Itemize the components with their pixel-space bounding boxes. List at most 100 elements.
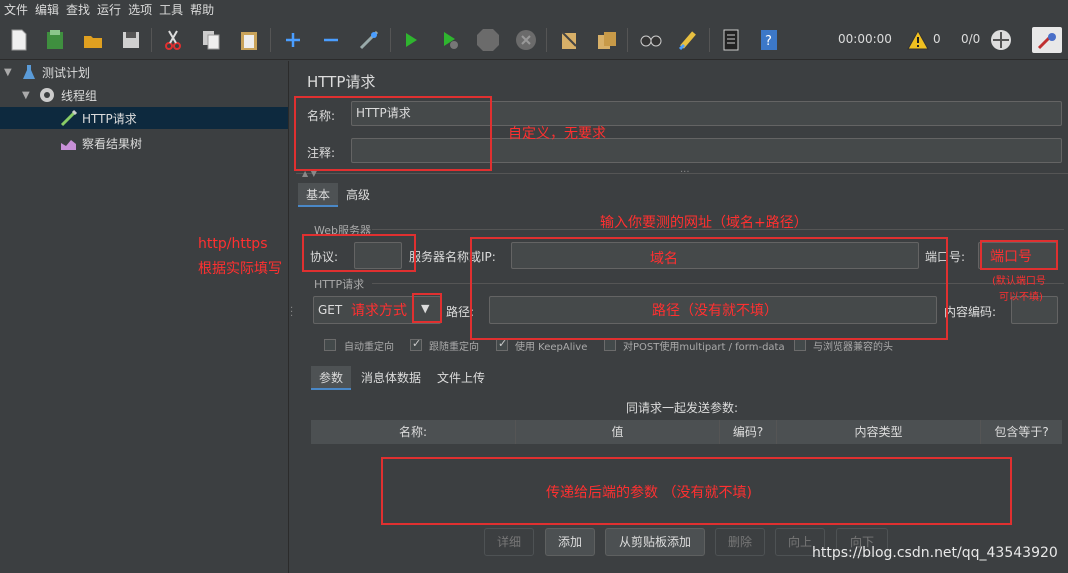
flask-icon — [23, 65, 35, 79]
keepalive-label: 使用 KeepAlive — [515, 342, 588, 353]
open-icon[interactable] — [80, 27, 106, 53]
name-label: 名称: — [307, 109, 336, 123]
start-no-pause-icon[interactable] — [437, 27, 463, 53]
save-icon[interactable] — [118, 27, 144, 53]
menu-help[interactable]: 帮助 — [186, 1, 217, 19]
annotation-params-note: 传递给后端的参数 （没有就不填) — [546, 485, 752, 501]
tree-node-http-request[interactable]: HTTP请求 — [0, 107, 288, 129]
templates-icon[interactable] — [42, 27, 68, 53]
collapse-icon[interactable] — [318, 27, 344, 53]
remote-status-icon — [988, 27, 1014, 53]
column-name[interactable]: 名称: — [311, 420, 516, 444]
comment-label: 注释: — [307, 146, 336, 160]
auto-redirect-checkbox[interactable] — [324, 339, 336, 351]
elapsed-time: 00:00:00 — [838, 32, 892, 46]
divider — [372, 283, 1064, 284]
svg-text:?: ? — [765, 34, 772, 49]
tree-node-results-tree[interactable]: 察看结果树 — [0, 132, 288, 154]
menu-options[interactable]: 选项 — [124, 1, 155, 19]
protocol-field[interactable] — [354, 242, 402, 269]
menu-edit[interactable]: 编辑 — [31, 1, 62, 19]
encoding-label: 内容编码: — [944, 305, 997, 319]
annotation-port-default-1: (默认端口号 — [992, 276, 1046, 287]
multipart-label: 对POST使用multipart / form-data — [623, 342, 785, 353]
add-button[interactable]: 添加 — [545, 528, 595, 556]
browser-headers-checkbox[interactable] — [794, 339, 806, 351]
function-helper-icon[interactable] — [718, 27, 744, 53]
subtab-body-data[interactable]: 消息体数据 — [353, 366, 429, 390]
page-title: HTTP请求 — [307, 73, 376, 91]
add-from-clipboard-button[interactable]: 从剪贴板添加 — [605, 528, 705, 556]
browser-headers-label: 与浏览器兼容的头 — [813, 342, 893, 353]
subtab-parameters[interactable]: 参数 — [311, 366, 352, 390]
cut-icon[interactable] — [160, 27, 186, 53]
tree-toggle-icon[interactable]: ▼ — [22, 90, 36, 101]
watermark: https://blog.csdn.net/qq_43543920 — [812, 545, 1058, 561]
tab-advanced[interactable]: 高级 — [338, 183, 378, 207]
search-icon[interactable] — [638, 27, 664, 53]
toolbar: ? 00:00:00 0 0/0 — [0, 20, 1068, 60]
menu-file[interactable]: 文件 — [0, 1, 31, 19]
divider[interactable]: ▲ ▼ ··· — [296, 167, 1068, 179]
gear-icon — [40, 88, 54, 102]
shutdown-icon[interactable] — [513, 27, 539, 53]
protocol-label: 协议: — [310, 250, 339, 264]
column-include-equals[interactable]: 包含等于? — [981, 420, 1062, 444]
splitter[interactable]: · · · — [288, 61, 296, 573]
warning-count: 0 — [933, 32, 941, 46]
chart-icon — [61, 140, 76, 150]
start-icon[interactable] — [398, 27, 424, 53]
multipart-checkbox[interactable] — [604, 339, 616, 351]
tree-toggle-icon[interactable]: ▼ — [4, 67, 18, 78]
annotation-method-note: 请求方式 — [351, 303, 407, 319]
detail-button[interactable]: 详细 — [484, 528, 534, 556]
params-caption: 同请求一起发送参数: — [626, 401, 739, 415]
path-label: 路径: — [446, 305, 475, 319]
clear-all-icon[interactable] — [594, 27, 620, 53]
annotation-name-note: 自定义，无要求 — [508, 126, 606, 142]
active-threads: 0/0 — [961, 32, 981, 46]
method-dropdown-icon[interactable]: ▼ — [421, 302, 429, 315]
tab-basic[interactable]: 基本 — [298, 183, 339, 207]
column-value[interactable]: 值 — [516, 420, 720, 444]
server-field[interactable] — [511, 242, 919, 269]
stop-icon[interactable] — [475, 27, 501, 53]
annotation-domain-note: 域名 — [650, 251, 678, 267]
annotation-port-note: 端口号 — [990, 249, 1032, 265]
column-encode[interactable]: 编码? — [720, 420, 777, 444]
copy-icon[interactable] — [198, 27, 224, 53]
menu-search[interactable]: 查找 — [62, 1, 93, 19]
test-plan-tree: ▼ 测试计划 ▼ 线程组 HTTP请求 察看结果树 — [0, 61, 288, 573]
warning-icon[interactable] — [905, 27, 931, 53]
follow-redirect-checkbox[interactable] — [410, 337, 422, 351]
menu-bar: 文件 编辑 查找 运行 选项 工具 帮助 — [0, 0, 1068, 20]
keepalive-checkbox[interactable] — [496, 337, 508, 351]
clear-icon[interactable] — [556, 27, 582, 53]
log-viewer-icon[interactable] — [1032, 27, 1062, 53]
params-table-header: 名称: 值 编码? 内容类型 包含等于? — [311, 420, 1062, 444]
tree-node-thread-group[interactable]: ▼ 线程组 — [0, 84, 288, 106]
name-field[interactable]: HTTP请求 — [351, 101, 1062, 126]
web-server-section-label: Web服务器 — [314, 224, 371, 237]
help-icon[interactable]: ? — [756, 27, 782, 53]
annotation-port-default-2: 可以不填) — [999, 292, 1043, 303]
expand-icon[interactable] — [280, 27, 306, 53]
toggle-icon[interactable] — [356, 27, 382, 53]
menu-run[interactable]: 运行 — [93, 1, 124, 19]
tree-node-test-plan[interactable]: ▼ 测试计划 — [0, 61, 288, 83]
new-icon[interactable] — [6, 27, 32, 53]
menu-tools[interactable]: 工具 — [155, 1, 186, 19]
annotation-url-note: 输入你要测的网址（域名+路径） — [600, 215, 808, 231]
paste-icon[interactable] — [236, 27, 262, 53]
delete-button[interactable]: 删除 — [715, 528, 765, 556]
reset-search-icon[interactable] — [676, 27, 702, 53]
column-content-type[interactable]: 内容类型 — [777, 420, 981, 444]
subtab-file-upload[interactable]: 文件上传 — [429, 366, 493, 390]
auto-redirect-label: 自动重定向 — [344, 342, 394, 353]
annotation-protocol-note-1: http/https — [198, 236, 268, 252]
comment-field[interactable] — [351, 138, 1062, 163]
port-label: 端口号: — [925, 250, 966, 264]
pipette-icon — [60, 109, 78, 127]
http-section-label: HTTP请求 — [314, 278, 365, 291]
annotation-path-note: 路径（没有就不填） — [652, 303, 778, 319]
